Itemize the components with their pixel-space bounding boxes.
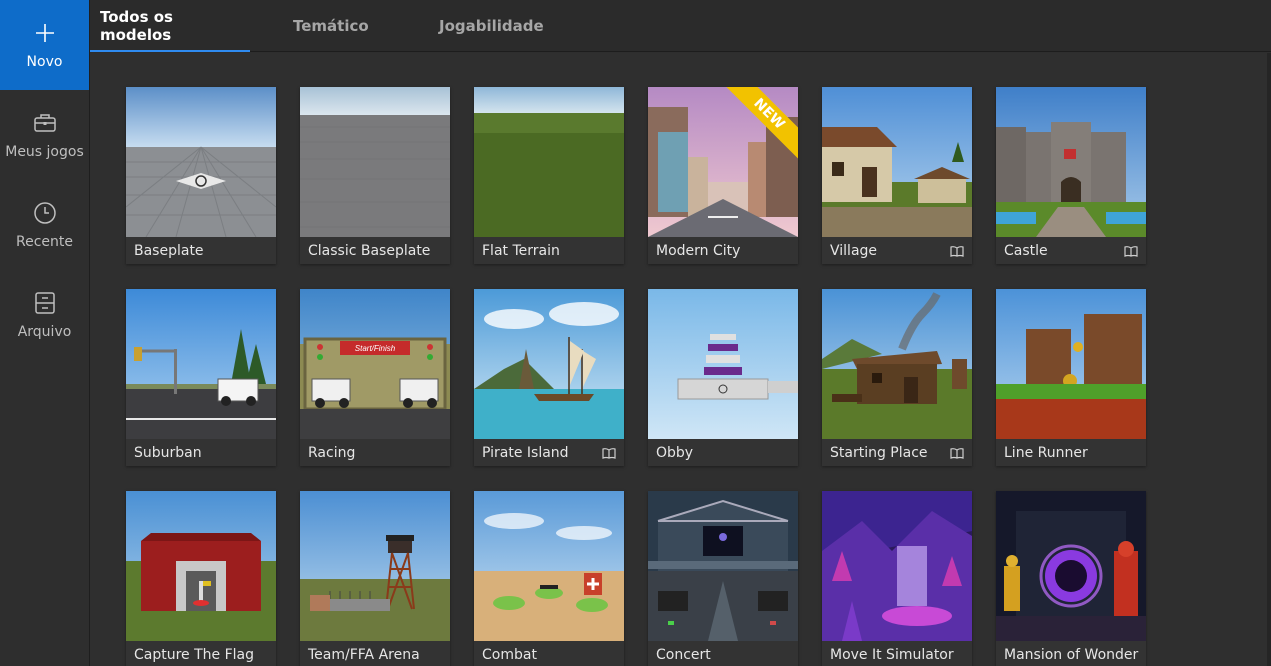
template-thumbnail (300, 491, 450, 641)
clock-icon (32, 200, 58, 226)
sidebar: Novo Meus jogos Recente Arquivo (0, 0, 90, 666)
template-thumbnail (126, 491, 276, 641)
template-card-mansion-of-wonder[interactable]: Mansion of Wonder (996, 491, 1146, 666)
template-title: Castle (1004, 242, 1048, 259)
tab-jogabilidade[interactable]: Jogabilidade (396, 0, 596, 52)
template-card-village[interactable]: Village (822, 87, 972, 264)
template-card-capture-the-flag[interactable]: Capture The Flag (126, 491, 276, 666)
template-card-flat-terrain[interactable]: Flat Terrain (474, 87, 624, 264)
template-thumbnail (474, 87, 624, 237)
template-card-castle[interactable]: Castle (996, 87, 1146, 264)
racing-sign-text: Start/Finish (355, 344, 396, 353)
template-title: Concert (656, 646, 711, 663)
template-card-classic-baseplate[interactable]: Classic Baseplate (300, 87, 450, 264)
template-thumbnail (822, 491, 972, 641)
template-card-obby[interactable]: Obby (648, 289, 798, 466)
template-title: Mansion of Wonder (1004, 646, 1139, 663)
template-grid: Baseplate Classic Baseplate Flat Terrain… (90, 53, 1267, 666)
sidebar-item-novo[interactable]: Novo (0, 0, 89, 90)
template-card-suburban[interactable]: Suburban (126, 289, 276, 466)
sidebar-item-label: Arquivo (17, 324, 72, 340)
template-title: Starting Place (830, 444, 928, 461)
template-thumbnail (474, 491, 624, 641)
template-thumbnail: Start/Finish (300, 289, 450, 439)
tutorial-book-icon (950, 447, 964, 459)
template-title: Move It Simulator (830, 646, 954, 663)
archive-icon (32, 290, 58, 316)
template-thumbnail (996, 87, 1146, 237)
template-title: Modern City (656, 242, 741, 259)
template-thumbnail (996, 491, 1146, 641)
sidebar-item-label: Novo (26, 54, 63, 70)
template-thumbnail (474, 289, 624, 439)
template-thumbnail (996, 289, 1146, 439)
template-card-pirate-island[interactable]: Pirate Island (474, 289, 624, 466)
sidebar-item-arquivo[interactable]: Arquivo (0, 270, 89, 360)
template-title: Racing (308, 444, 356, 461)
scrollbar-track[interactable] (1267, 53, 1271, 666)
template-thumbnail (822, 87, 972, 237)
tab-tematico[interactable]: Temático (250, 0, 396, 52)
new-badge: NEW (723, 87, 798, 162)
template-card-starting-place[interactable]: Starting Place (822, 289, 972, 466)
template-card-modern-city[interactable]: NEW Modern City (648, 87, 798, 264)
app-window: Novo Meus jogos Recente Arquivo Todos os… (0, 0, 1271, 666)
template-thumbnail (822, 289, 972, 439)
template-thumbnail (126, 87, 276, 237)
template-card-racing[interactable]: Start/Finish Racing (300, 289, 450, 466)
template-thumbnail: NEW (648, 87, 798, 237)
template-title: Capture The Flag (134, 646, 255, 663)
template-title: Classic Baseplate (308, 242, 431, 259)
template-title: Combat (482, 646, 537, 663)
template-title: Village (830, 242, 878, 259)
template-card-team-ffa-arena[interactable]: Team/FFA Arena (300, 491, 450, 666)
sidebar-item-meus-jogos[interactable]: Meus jogos (0, 90, 89, 180)
template-card-baseplate[interactable]: Baseplate (126, 87, 276, 264)
template-title: Obby (656, 444, 694, 461)
template-card-combat[interactable]: Combat (474, 491, 624, 666)
sidebar-item-recente[interactable]: Recente (0, 180, 89, 270)
tutorial-book-icon (950, 245, 964, 257)
template-title: Line Runner (1004, 444, 1088, 461)
template-title: Baseplate (134, 242, 204, 259)
template-thumbnail (126, 289, 276, 439)
template-card-move-it-simulator[interactable]: Move It Simulator (822, 491, 972, 666)
template-card-concert[interactable]: Concert (648, 491, 798, 666)
plus-icon (32, 20, 58, 46)
template-tabs: Todos os modelos Temático Jogabilidade (90, 0, 1271, 52)
template-title: Team/FFA Arena (308, 646, 420, 663)
tutorial-book-icon (1124, 245, 1138, 257)
template-title: Pirate Island (482, 444, 569, 461)
template-card-line-runner[interactable]: Line Runner (996, 289, 1146, 466)
tab-todos-os-modelos[interactable]: Todos os modelos (90, 0, 250, 52)
sidebar-item-label: Recente (16, 234, 73, 250)
template-title: Suburban (134, 444, 202, 461)
tutorial-book-icon (602, 447, 616, 459)
briefcase-icon (32, 110, 58, 136)
template-thumbnail (648, 491, 798, 641)
template-thumbnail (648, 289, 798, 439)
sidebar-item-label: Meus jogos (5, 144, 84, 160)
template-title: Flat Terrain (482, 242, 560, 259)
template-thumbnail (300, 87, 450, 237)
